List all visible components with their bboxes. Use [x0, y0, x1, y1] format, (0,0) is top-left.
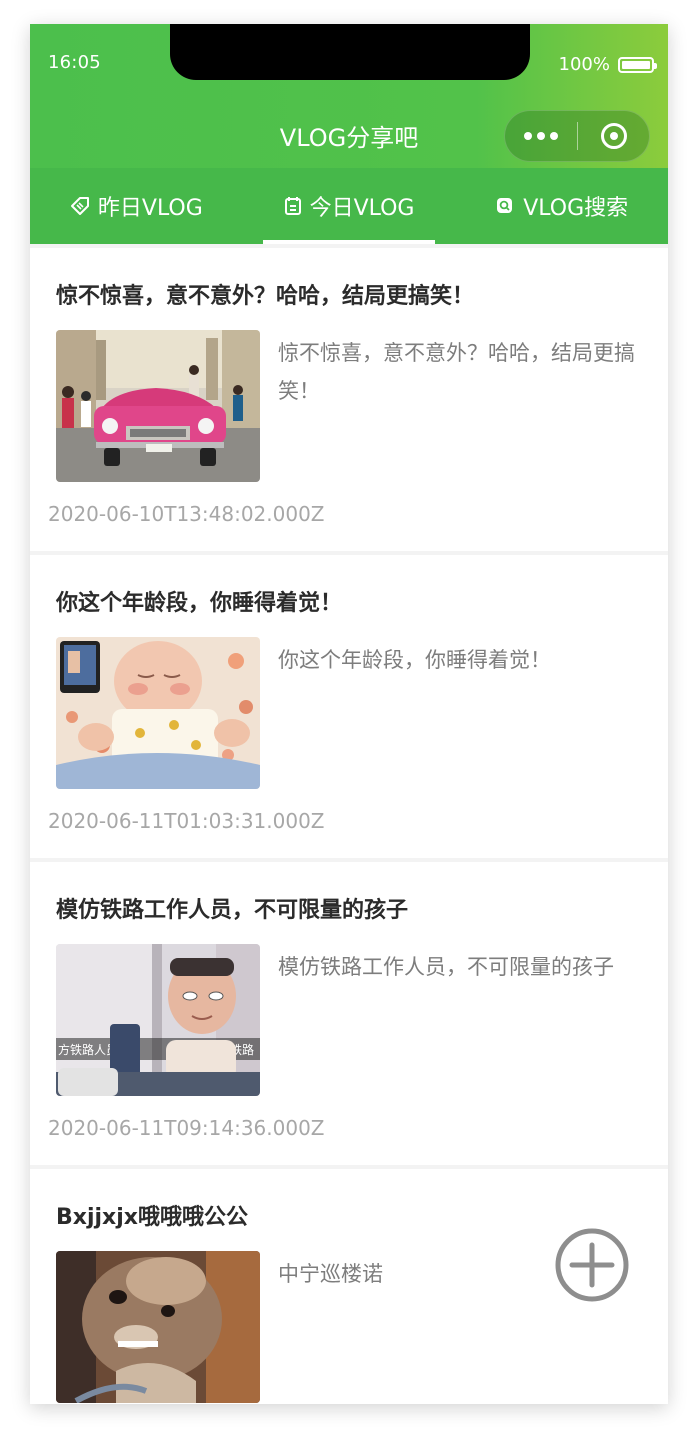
- post-description: 模仿铁路工作人员，不可限量的孩子: [278, 955, 614, 979]
- calendar-icon: [284, 197, 301, 215]
- tag-icon: [70, 197, 89, 215]
- tab-label: 昨日VLOG: [97, 196, 203, 221]
- post-card[interactable]: 惊不惊喜，意不意外？哈哈，结局更搞笑！ 惊不惊喜，意不意外？哈哈，结局更搞笑！ …: [30, 248, 668, 551]
- header: 16:05 100% VLOG分享吧: [30, 24, 668, 168]
- tab-search[interactable]: VLOG搜索: [455, 168, 668, 244]
- tab-today[interactable]: 今日VLOG: [243, 168, 456, 244]
- kid-railway-image: 方铁路人员 模仿铁路: [56, 944, 260, 1096]
- post-timestamp: 2020-06-10T13:48:02.000Z: [48, 502, 325, 526]
- post-title: 你这个年龄段，你睡得着觉！: [56, 591, 343, 616]
- notch: [170, 24, 530, 80]
- miniprogram-capsule: [504, 110, 650, 162]
- tab-yesterday[interactable]: 昨日VLOG: [30, 168, 243, 244]
- battery-icon: [618, 56, 657, 73]
- target-icon: [600, 123, 627, 149]
- plus-circle-icon: [555, 1228, 629, 1302]
- status-time: 16:05: [48, 52, 101, 73]
- more-dots-icon: [524, 132, 532, 140]
- sleeping-baby-image: [56, 637, 260, 789]
- tab-label: VLOG搜索: [523, 196, 629, 221]
- pink-car-street-image: [56, 330, 260, 482]
- post-title: 惊不惊喜，意不意外？哈哈，结局更搞笑！: [56, 284, 475, 309]
- post-description: 惊不惊喜，意不意外？哈哈，结局更搞笑！: [278, 341, 635, 403]
- post-card[interactable]: 你这个年龄段，你睡得着觉！ 你这个年龄段，你睡得着觉！ 2020-06-11T0…: [30, 555, 668, 858]
- caption-left: 方铁路人员: [58, 1042, 118, 1057]
- post-timestamp: 2020-06-11T09:14:36.000Z: [48, 1116, 325, 1140]
- small-dog-image: [56, 1251, 260, 1403]
- battery-percent: 100%: [558, 54, 610, 75]
- more-button[interactable]: [505, 111, 577, 161]
- post-thumbnail[interactable]: [56, 1251, 260, 1403]
- phone-frame: 16:05 100% VLOG分享吧 昨日VLOG 今日VLOG VLOG搜索 …: [30, 24, 668, 1404]
- post-title: Bxjjxjx哦哦哦公公: [56, 1205, 248, 1230]
- close-miniprogram-button[interactable]: [578, 111, 649, 161]
- post-thumbnail[interactable]: [56, 637, 260, 789]
- tab-bar: 昨日VLOG 今日VLOG VLOG搜索: [30, 168, 668, 244]
- post-thumbnail[interactable]: [56, 330, 260, 482]
- add-post-button[interactable]: [554, 1227, 630, 1303]
- post-timestamp: 2020-06-11T01:03:31.000Z: [48, 809, 325, 833]
- post-card[interactable]: 模仿铁路工作人员，不可限量的孩子 方铁路人员 模仿铁路工作人员，不可限量的孩子 …: [30, 862, 668, 1165]
- status-battery: 100%: [558, 54, 657, 75]
- post-thumbnail[interactable]: 方铁路人员 模仿铁路: [56, 944, 260, 1096]
- post-title: 模仿铁路工作人员，不可限量的孩子: [56, 898, 409, 923]
- tab-label: 今日VLOG: [309, 196, 415, 221]
- post-description: 你这个年龄段，你睡得着觉！: [278, 648, 551, 672]
- search-icon: [497, 198, 513, 213]
